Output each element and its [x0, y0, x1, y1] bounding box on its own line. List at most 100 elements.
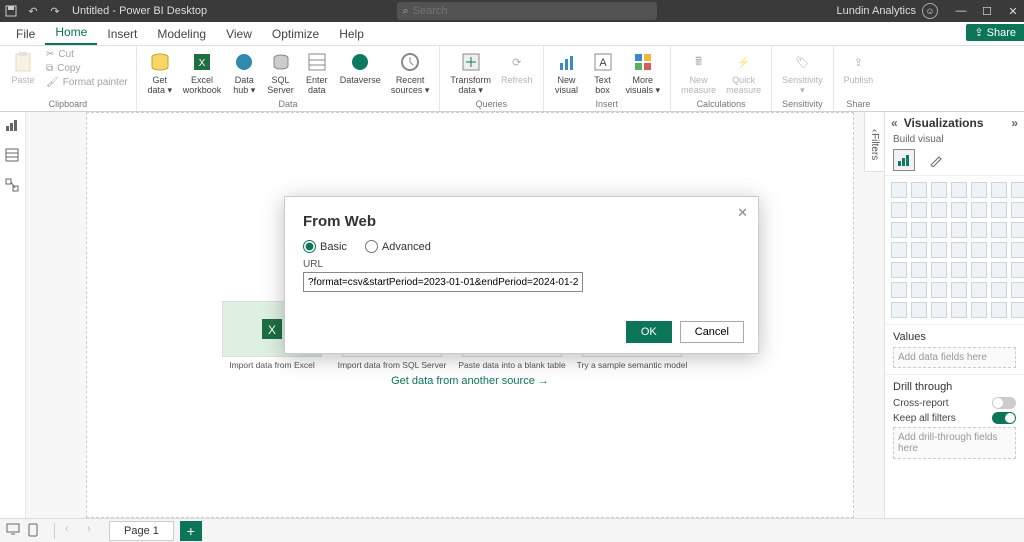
viz-type[interactable] — [1011, 302, 1024, 318]
viz-type[interactable] — [971, 262, 987, 278]
values-dropzone[interactable]: Add data fields here — [893, 347, 1016, 368]
excel-workbook-button[interactable]: XExcel workbook — [179, 48, 226, 98]
cut-button[interactable]: ✂Cut — [44, 48, 130, 61]
report-view-icon[interactable] — [5, 118, 21, 134]
maximize-button[interactable]: ☐ — [980, 5, 994, 18]
viz-type[interactable] — [1011, 262, 1024, 278]
tab-optimize[interactable]: Optimize — [262, 23, 329, 45]
minimize-button[interactable]: — — [954, 5, 968, 18]
filters-pane-collapsed[interactable]: ‹ Filters — [864, 112, 884, 172]
viz-type[interactable] — [1011, 222, 1024, 238]
mobile-layout-icon[interactable] — [28, 523, 44, 539]
viz-type[interactable] — [1011, 182, 1024, 198]
get-data-other-link[interactable]: Get data from another source → — [391, 375, 549, 387]
viz-type[interactable] — [891, 202, 907, 218]
viz-type[interactable] — [1011, 282, 1024, 298]
publish-button[interactable]: ⇪Publish — [840, 48, 878, 88]
viz-type[interactable] — [991, 282, 1007, 298]
undo-icon[interactable]: ↶ — [26, 4, 40, 18]
transform-data-button[interactable]: Transform data ▾ — [446, 48, 495, 98]
viz-type[interactable] — [911, 222, 927, 238]
tab-help[interactable]: Help — [329, 23, 374, 45]
copy-button[interactable]: ⧉Copy — [44, 62, 130, 75]
tab-home[interactable]: Home — [45, 21, 97, 45]
paste-button[interactable]: Paste — [6, 48, 40, 88]
viz-type[interactable] — [891, 262, 907, 278]
viz-type[interactable] — [931, 282, 947, 298]
sensitivity-button[interactable]: 🏷Sensitivity ▾ — [778, 48, 827, 98]
viz-type[interactable] — [951, 202, 967, 218]
close-button[interactable]: ✕ — [1006, 5, 1020, 18]
viz-type[interactable] — [991, 182, 1007, 198]
viz-type[interactable] — [891, 302, 907, 318]
viz-type[interactable] — [911, 182, 927, 198]
viz-type[interactable] — [891, 282, 907, 298]
page-tab-1[interactable]: Page 1 — [109, 521, 174, 541]
drill-through-dropzone[interactable]: Add drill-through fields here — [893, 427, 1016, 459]
viz-type[interactable] — [911, 262, 927, 278]
keep-filters-toggle[interactable] — [992, 412, 1016, 424]
tab-insert[interactable]: Insert — [97, 23, 147, 45]
dataverse-button[interactable]: Dataverse — [336, 48, 385, 88]
model-view-icon[interactable] — [5, 178, 21, 194]
viz-type[interactable] — [931, 262, 947, 278]
viz-type[interactable] — [911, 302, 927, 318]
viz-type[interactable] — [951, 242, 967, 258]
save-icon[interactable] — [4, 4, 18, 18]
viz-type[interactable] — [931, 302, 947, 318]
next-page-icon[interactable]: › — [87, 523, 103, 539]
viz-type[interactable] — [951, 302, 967, 318]
viz-type[interactable] — [911, 242, 927, 258]
dialog-close-button[interactable]: ✕ — [737, 205, 748, 221]
new-measure-button[interactable]: 🖩New measure — [677, 48, 720, 98]
format-visual-tab[interactable] — [925, 149, 947, 171]
viz-type[interactable] — [991, 242, 1007, 258]
collapse-left-icon[interactable]: « — [891, 116, 898, 130]
desktop-layout-icon[interactable] — [6, 523, 22, 539]
viz-type[interactable] — [931, 202, 947, 218]
text-box-button[interactable]: AText box — [586, 48, 620, 98]
viz-type[interactable] — [971, 282, 987, 298]
radio-basic[interactable]: Basic — [303, 240, 347, 253]
format-painter-button[interactable]: 🖌Format painter — [44, 76, 130, 89]
viz-type[interactable] — [1011, 242, 1024, 258]
sql-server-button[interactable]: SQL Server — [263, 48, 298, 98]
get-data-button[interactable]: Get data ▾ — [143, 48, 177, 98]
viz-type[interactable] — [931, 222, 947, 238]
viz-type[interactable] — [971, 182, 987, 198]
viz-type[interactable] — [911, 202, 927, 218]
viz-type[interactable] — [971, 202, 987, 218]
expand-right-icon[interactable]: » — [1011, 116, 1018, 130]
ok-button[interactable]: OK — [626, 321, 672, 343]
viz-type[interactable] — [971, 222, 987, 238]
viz-type[interactable] — [931, 182, 947, 198]
share-button[interactable]: ⇪Share — [966, 24, 1024, 41]
cancel-button[interactable]: Cancel — [680, 321, 744, 343]
new-visual-button[interactable]: New visual — [550, 48, 584, 98]
viz-type[interactable] — [891, 182, 907, 198]
viz-type[interactable] — [931, 242, 947, 258]
viz-type[interactable] — [991, 222, 1007, 238]
viz-type[interactable] — [971, 302, 987, 318]
quick-measure-button[interactable]: ⚡Quick measure — [722, 48, 765, 98]
viz-type[interactable] — [1011, 202, 1024, 218]
tab-modeling[interactable]: Modeling — [147, 23, 216, 45]
more-visuals-button[interactable]: More visuals ▾ — [622, 48, 665, 98]
add-page-button[interactable]: + — [180, 521, 202, 541]
prev-page-icon[interactable]: ‹ — [65, 523, 81, 539]
data-hub-button[interactable]: Data hub ▾ — [227, 48, 261, 98]
data-view-icon[interactable] — [5, 148, 21, 164]
viz-type[interactable] — [951, 222, 967, 238]
tab-file[interactable]: File — [6, 23, 45, 45]
viz-type[interactable] — [951, 182, 967, 198]
viz-type[interactable] — [951, 282, 967, 298]
search-input[interactable] — [413, 5, 651, 17]
viz-type[interactable] — [891, 242, 907, 258]
cross-report-toggle[interactable] — [992, 397, 1016, 409]
user-account[interactable]: Lundin Analytics ☺ — [837, 3, 939, 19]
radio-advanced[interactable]: Advanced — [365, 240, 431, 253]
viz-type[interactable] — [991, 202, 1007, 218]
search-box[interactable]: ⌕ — [397, 2, 657, 20]
viz-type[interactable] — [951, 262, 967, 278]
redo-icon[interactable]: ↷ — [48, 4, 62, 18]
